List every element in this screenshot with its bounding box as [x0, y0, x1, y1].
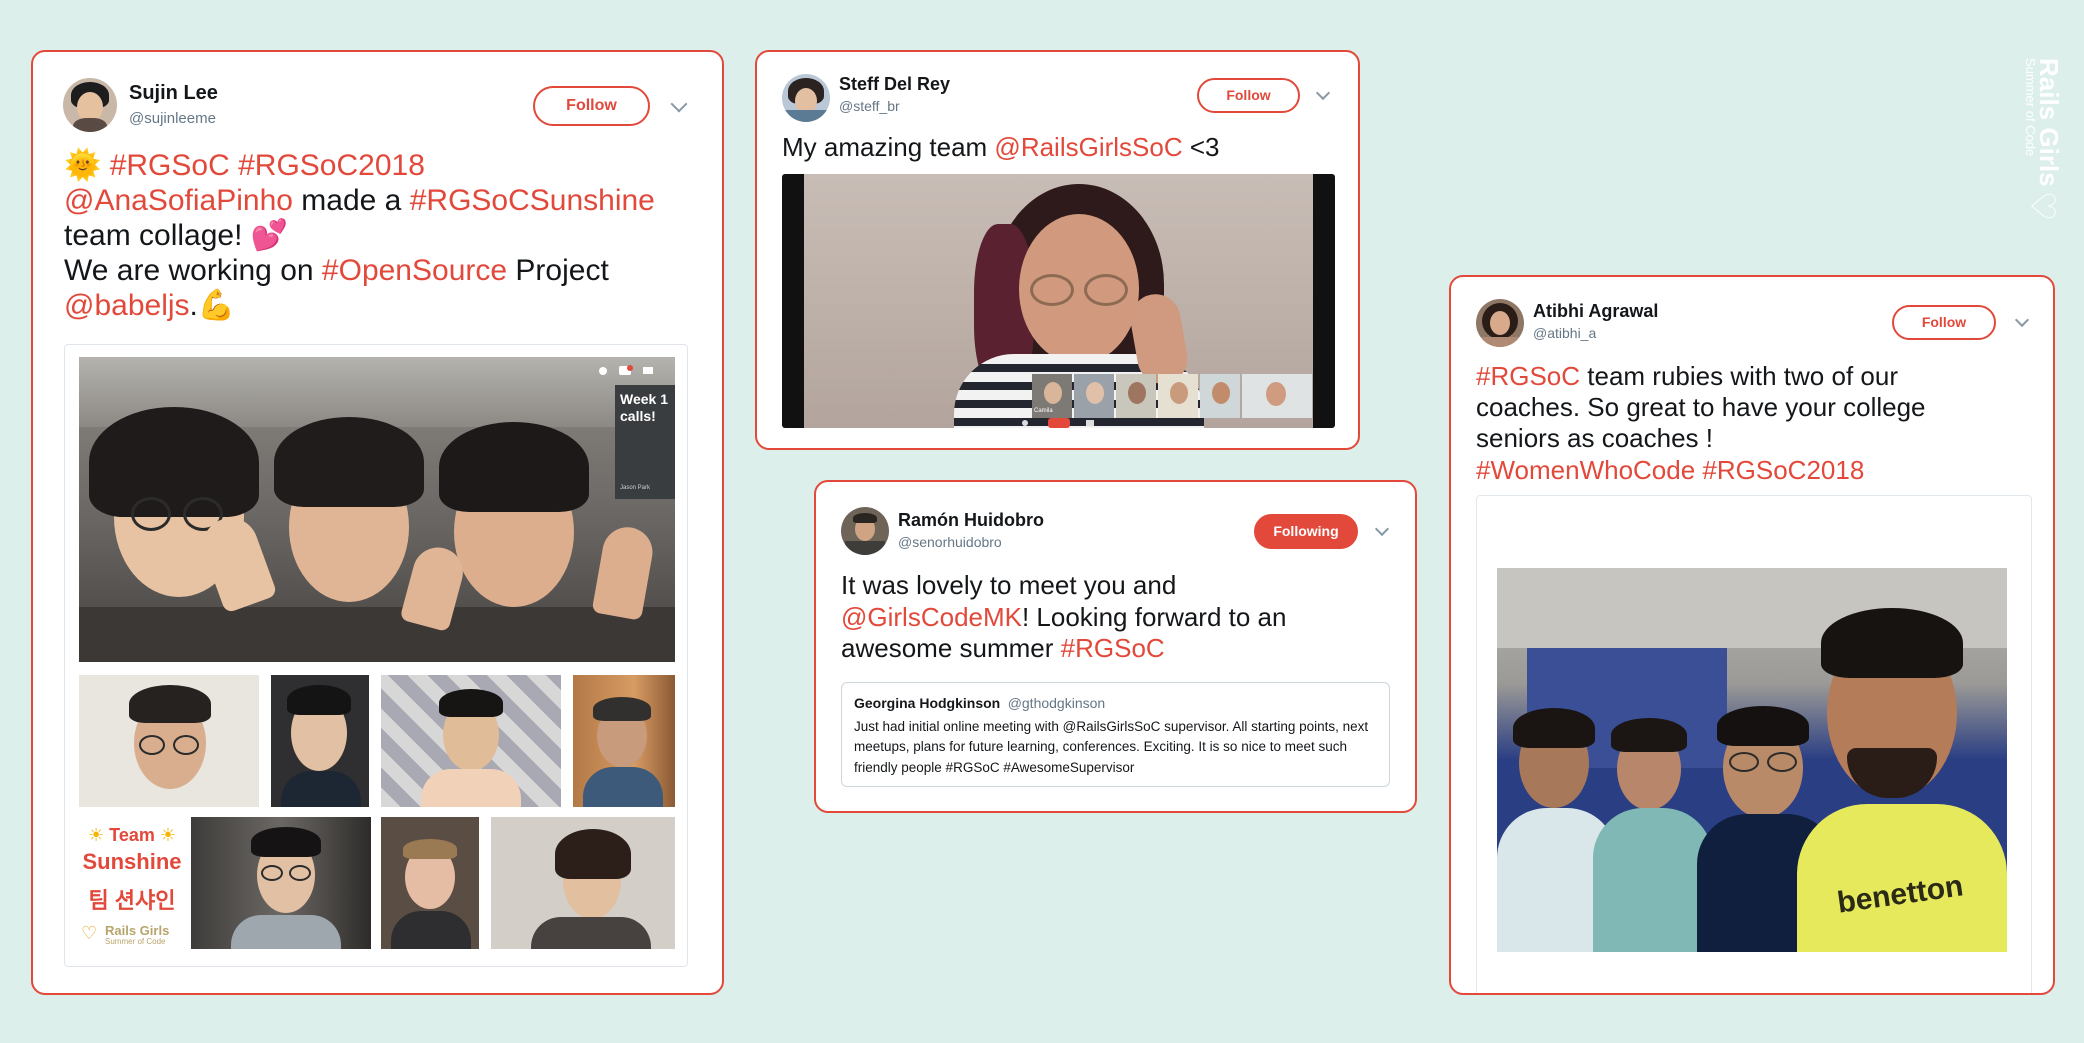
quoted-tweet[interactable]: Georgina Hodgkinson @gthodgkinson Just h…: [841, 682, 1390, 787]
tweet-image-collage[interactable]: Week 1 calls! Jason Park ☀ Team ☀ Sunshi…: [64, 344, 688, 967]
user-handle[interactable]: @steff_br: [839, 98, 900, 114]
chevron-down-icon[interactable]: [1374, 521, 1390, 537]
mention-link[interactable]: @babeljs: [64, 289, 190, 322]
call-icons: [599, 365, 675, 377]
mention-link[interactable]: @GirlsCodeMK: [841, 602, 1022, 632]
team-member-photo: [381, 675, 561, 807]
text-segment: team collage!: [64, 219, 243, 253]
tweet-card-atibhi-agrawal: Atibhi Agrawal @atibhi_a Follow #RGSoC t…: [1449, 275, 2055, 995]
user-name[interactable]: Steff Del Rey: [839, 74, 950, 95]
tweet-card-steff-del-rey: Steff Del Rey @steff_br Follow My amazin…: [755, 50, 1360, 450]
text-segment: made a: [301, 184, 402, 218]
hashtag-link[interactable]: #RGSoC: [1476, 361, 1580, 391]
user-name[interactable]: Ramón Huidobro: [898, 510, 1044, 531]
chevron-down-icon[interactable]: [2014, 312, 2030, 328]
tweet-text: 🌞 #RGSoC #RGSoC2018 @AnaSofiaPinho made …: [64, 148, 684, 323]
text-segment: .: [189, 289, 198, 323]
text-segment: My amazing team: [782, 132, 988, 162]
user-name[interactable]: Atibhi Agrawal: [1533, 301, 1658, 322]
user-name[interactable]: Sujin Lee: [129, 82, 218, 105]
mention-link[interactable]: @AnaSofiaPinho: [64, 184, 293, 217]
chevron-down-icon[interactable]: [1315, 85, 1331, 101]
hashtag-link[interactable]: #RGSoC2018: [1702, 455, 1864, 485]
quoted-tweet-text: Just had initial online meeting with @Ra…: [854, 719, 1369, 775]
tweet-text: It was lovely to meet you and @GirlsCode…: [841, 570, 1361, 665]
tweet-text: #RGSoC team rubies with two of our coach…: [1476, 361, 1996, 486]
text-segment: Project: [515, 254, 609, 288]
rails-girls-brand-watermark: Rails Girls Summer of Code ♡: [2020, 58, 2064, 228]
logo-line2: Summer of Code: [105, 937, 166, 946]
call-overlay-panel: Week 1 calls! Jason Park: [615, 385, 675, 499]
avatar[interactable]: [841, 507, 889, 555]
heart-logo-icon: ♡: [2023, 190, 2061, 222]
tweet-text: My amazing team @RailsGirlsSoC <3: [782, 132, 1342, 162]
hashtag-link[interactable]: #RGSoC2018: [238, 149, 425, 182]
team-member-photo: [191, 817, 371, 949]
tweet-card-ramon-huidobro: Ramón Huidobro @senorhuidobro Following …: [814, 480, 1417, 813]
tweet-card-sujin-lee: Sujin Lee @sujinleeme Follow 🌞 #RGSoC #R…: [31, 50, 724, 995]
hashtag-link[interactable]: #WomenWhoCode: [1476, 455, 1695, 485]
text-segment: <3: [1189, 132, 1220, 162]
brand-line2: Summer of Code: [2023, 58, 2038, 157]
team-name-korean: 팀 션샤인: [88, 888, 176, 913]
hashtag-link[interactable]: #RGSoC: [1061, 633, 1165, 663]
avatar[interactable]: [63, 78, 117, 132]
logo-line1: Rails Girls: [105, 923, 170, 938]
rails-girls-logo: ♡ Rails Girls Summer of Code: [79, 923, 185, 947]
flexed-biceps-emoji: 💪: [197, 289, 236, 323]
quoted-user-handle: @gthodgkinson: [1007, 695, 1106, 711]
user-handle[interactable]: @senorhuidobro: [898, 534, 1002, 550]
quoted-user-name: Georgina Hodgkinson: [854, 695, 1001, 711]
text-segment: We are working on: [64, 254, 314, 288]
mention-link[interactable]: @RailsGirlsSoC: [994, 132, 1182, 162]
sun-emoji: 🌞: [64, 149, 102, 182]
avatar[interactable]: [1476, 299, 1524, 347]
chevron-down-icon[interactable]: [670, 95, 688, 113]
follow-button[interactable]: Follow: [533, 86, 650, 126]
selfie-photo: Week 1 calls! Jason Park: [79, 357, 675, 662]
team-member-photo: [271, 675, 369, 807]
thumbnail-label: Camila: [1034, 408, 1053, 414]
following-button[interactable]: Following: [1254, 514, 1358, 549]
hearts-emoji: 💕: [250, 219, 289, 253]
team-member-photo: [79, 675, 259, 807]
team-member-photo: [381, 817, 479, 949]
avatar[interactable]: [782, 74, 830, 122]
overlay-text: Week 1 calls!: [620, 391, 668, 424]
user-handle[interactable]: @sujinleeme: [129, 110, 216, 127]
hashtag-link[interactable]: #OpenSource: [322, 254, 507, 287]
hashtag-link[interactable]: #RGSoC: [110, 149, 230, 182]
follow-button[interactable]: Follow: [1892, 305, 1996, 340]
user-handle[interactable]: @atibhi_a: [1533, 325, 1596, 341]
hashtag-link[interactable]: #RGSoCSunshine: [410, 184, 655, 217]
team-name: Sunshine: [82, 849, 182, 874]
team-word: Team: [109, 825, 155, 845]
text-segment: It was lovely to meet you and: [841, 570, 1177, 600]
tweet-image-group-selfie[interactable]: benetton: [1476, 495, 2032, 993]
tweet-video-call-image[interactable]: Camila: [782, 174, 1335, 428]
call-controls: [1022, 418, 1122, 428]
caller-name: Jason Park: [620, 485, 651, 491]
team-sunshine-label: ☀ Team ☀ Sunshine 팀 션샤인 ♡ Rails Girls Su…: [79, 817, 185, 949]
heart-logo-icon: ♡: [81, 923, 98, 943]
team-member-photo: [573, 675, 675, 807]
team-member-photo: [491, 817, 675, 949]
participant-thumbnails: Camila: [1032, 374, 1312, 420]
follow-button[interactable]: Follow: [1197, 78, 1300, 113]
